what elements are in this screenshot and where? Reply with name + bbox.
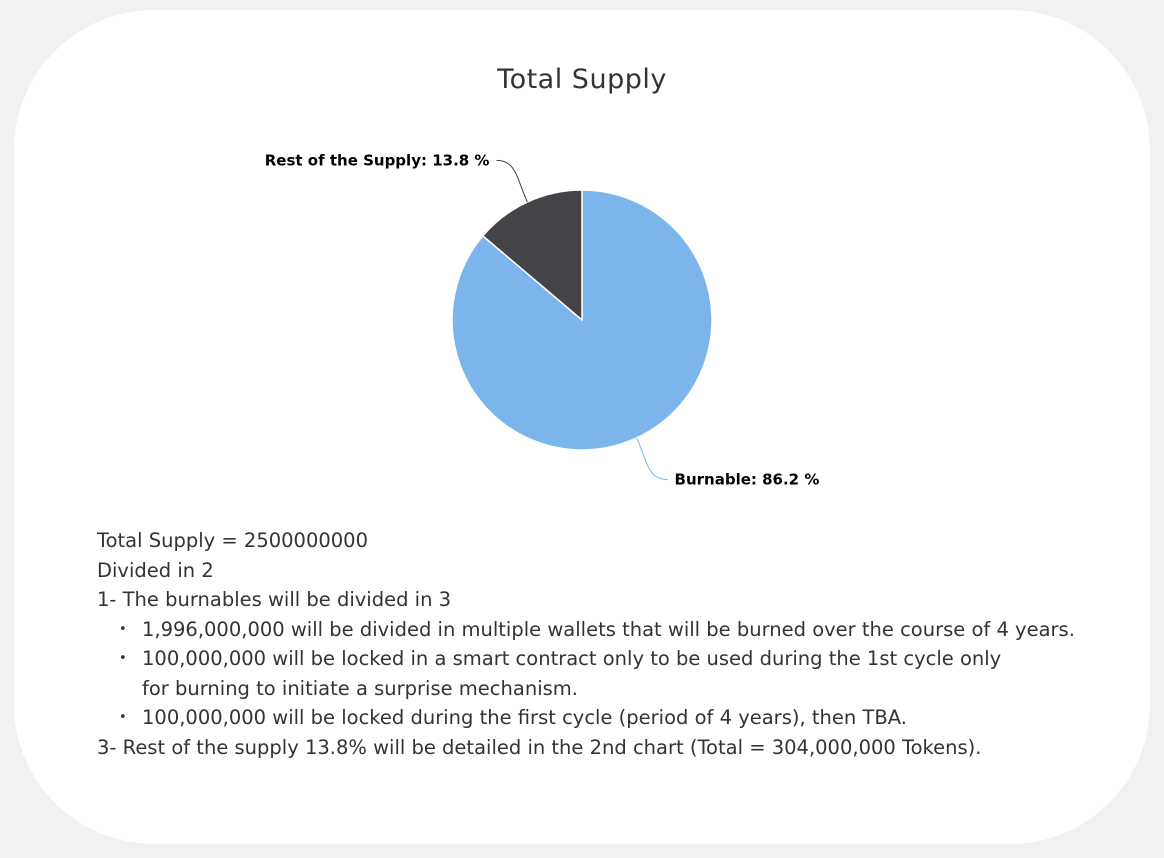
rest-of-supply-line: 3- Rest of the supply 13.8% will be deta… bbox=[97, 735, 982, 759]
list-item-text: 1,996,000,000 will be divided in multipl… bbox=[142, 617, 1075, 641]
list-item: • 1,996,000,000 will be divided in multip… bbox=[119, 615, 1097, 645]
bullet-icon: • bbox=[119, 710, 127, 725]
burnables-line: 1- The burnables will be divided in 3 bbox=[97, 588, 452, 611]
burnables-list: • 1,996,000,000 will be divided in multip… bbox=[97, 615, 1097, 733]
total-supply-line: Total Supply = 2500000000 bbox=[97, 529, 368, 552]
list-item-text: 100,000,000 will be locked during the fi… bbox=[142, 706, 907, 729]
list-item: • 100,000,000 will be locked in a smart c… bbox=[119, 644, 1022, 703]
bullet-icon: • bbox=[119, 651, 127, 666]
list-item: • 100,000,000 will be locked during the f… bbox=[119, 703, 1097, 733]
data-label: Rest of the Supply: 13.8 % bbox=[265, 151, 490, 169]
bullet-icon: • bbox=[119, 621, 127, 637]
divided-line: Divided in 2 bbox=[97, 558, 214, 582]
connector-line bbox=[496, 159, 528, 203]
connector-line bbox=[636, 437, 668, 481]
list-item-text: 100,000,000 will be locked in a smart co… bbox=[142, 647, 1002, 700]
data-label: Burnable: 86.2 % bbox=[675, 471, 820, 489]
supply-description: Total Supply = 2500000000 Divided in 2 1… bbox=[97, 526, 1097, 762]
